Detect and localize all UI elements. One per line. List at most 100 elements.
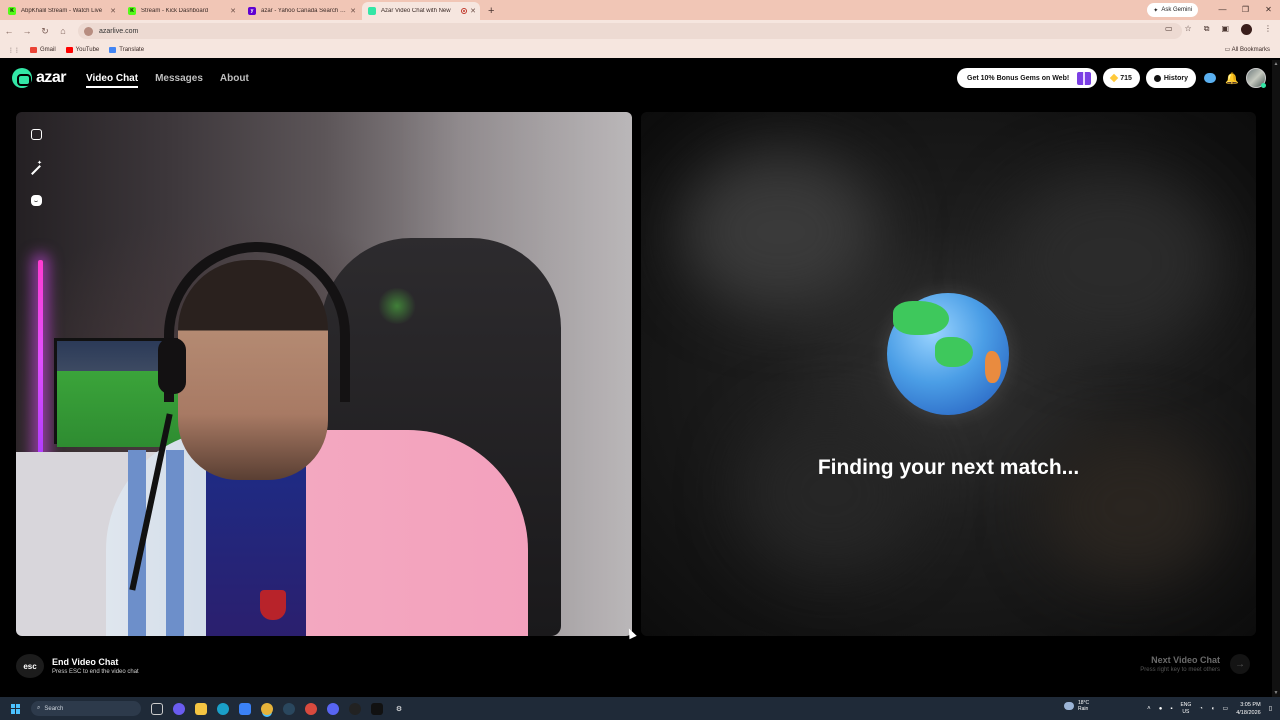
bookmark-youtube[interactable]: YouTube [65,47,99,53]
task-view-icon[interactable] [151,702,163,715]
home-icon[interactable]: ⌂ [54,26,72,36]
settings-gear-icon[interactable]: ⚙ [393,703,405,715]
battery-icon[interactable]: ▭ [1223,705,1229,712]
weather-desc: Rain [1078,706,1089,712]
profile-avatar[interactable] [1241,24,1252,35]
jersey-stripe [166,450,184,636]
kick-favicon-icon: K [8,7,16,15]
chrome-icon[interactable] [261,702,273,715]
url-text: azarlive.com [99,27,139,35]
bookmark-gmail[interactable]: Gmail [30,47,56,53]
ask-gemini-button[interactable]: ✦ Ask Gemini [1147,3,1198,17]
nav-about[interactable]: About [220,73,249,84]
close-tab-icon[interactable]: ✕ [350,7,356,15]
site-info-icon[interactable] [84,26,93,36]
weather-widget[interactable]: 18°C Rain [1064,700,1089,712]
bonus-gems-promo-button[interactable]: Get 10% Bonus Gems on Web! [957,68,1098,88]
gems-count: 715 [1120,74,1132,82]
new-tab-icon[interactable]: + [488,5,494,17]
nav-messages[interactable]: Messages [155,73,203,84]
smile-icon [30,194,42,206]
logo-text[interactable]: azar [36,69,67,87]
forward-icon[interactable]: → [18,26,36,36]
browser-tab-bar: K AbpKhalil Stream - Watch Live ✕ K Stre… [0,0,1280,20]
tray-chevron-icon[interactable]: ˄ [1147,706,1151,712]
date-text: 4/18/2026 [1236,709,1261,716]
network-tray-icon[interactable]: ● [1159,706,1163,712]
history-button[interactable]: History [1145,68,1196,88]
globe-continent [935,337,973,367]
steam-icon[interactable] [283,702,295,715]
language-indicator[interactable]: ENG US [1180,702,1191,716]
end-video-chat-button[interactable]: esc End Video Chat Press ESC to end the … [16,654,139,678]
effects-wand-icon[interactable] [26,160,46,180]
switch-camera-icon[interactable] [26,124,46,144]
wifi-icon[interactable]: ◔ [1199,706,1203,712]
promo-label: Get 10% Bonus Gems on Web! [967,74,1070,82]
gems-balance-button[interactable]: 715 [1103,68,1140,88]
apps-grid-icon[interactable]: ⋮⋮ [8,47,20,54]
notification-bell-icon[interactable]: 🔔 [1224,70,1240,86]
obs-icon[interactable] [349,702,361,715]
scrollbar[interactable]: ▲ ▼ [1272,60,1280,697]
file-explorer-icon[interactable] [195,702,207,715]
edge-icon[interactable] [217,702,229,715]
wand-icon [31,165,41,175]
browser-tab-active[interactable]: Azar Video Chat with New ✕ [362,2,480,20]
scroll-up-icon[interactable]: ▲ [1273,61,1279,67]
app-tray-icon[interactable]: ▪ [1170,706,1172,712]
back-icon[interactable]: ← [0,26,18,36]
close-window-icon[interactable]: ✕ [1257,0,1280,20]
close-tab-icon[interactable]: ✕ [230,7,236,15]
clock[interactable]: 3:05 PM 4/18/2026 [1236,701,1260,717]
url-input[interactable]: azarlive.com [78,23,1182,39]
all-bookmarks-button[interactable]: ▭ All Bookmarks [1225,46,1270,53]
extensions-icon[interactable]: ⧉ [1204,24,1210,35]
restore-icon[interactable]: ❐ [1234,0,1257,20]
camera-frame-icon [30,128,42,140]
nav-video-chat[interactable]: Video Chat [86,73,139,88]
user-avatar[interactable] [1246,68,1266,88]
end-chat-text: End Video Chat Press ESC to end the vide… [52,657,139,675]
next-chat-title: Next Video Chat [1151,655,1220,665]
recorder-icon[interactable] [371,702,383,715]
end-chat-hint: Press ESC to end the video chat [52,669,139,675]
window-controls: — ❐ ✕ [1211,0,1280,20]
bookmark-star-icon[interactable]: ☆ [1185,24,1192,35]
scroll-down-icon[interactable]: ▼ [1273,690,1279,696]
face-filter-icon[interactable] [26,190,46,210]
browser-tab[interactable]: K AbpKhalil Stream - Watch Live ✕ [2,2,120,20]
cast-icon[interactable]: ▭ [1165,24,1173,35]
discord-icon[interactable] [327,702,339,715]
history-label: History [1163,74,1188,82]
next-video-chat-button[interactable]: Next Video Chat Press right key to meet … [1140,654,1250,674]
folder-icon: ▭ [1224,47,1231,53]
azar-logo-icon[interactable] [12,68,32,88]
browser-tab[interactable]: y azar - Yahoo Canada Search Re ✕ [242,2,360,20]
chat-bubble-icon[interactable] [1202,70,1218,86]
menu-icon[interactable]: ⋮ [1264,24,1272,35]
reload-icon[interactable]: ↻ [36,26,54,37]
chrome-profile-icon[interactable] [305,702,317,715]
sidepanel-icon[interactable]: ▣ [1221,24,1229,35]
notification-center-icon[interactable]: ▯ [1269,705,1272,712]
minimize-icon[interactable]: — [1211,0,1234,20]
tab-title: AbpKhalil Stream - Watch Live [21,8,103,14]
close-tab-icon[interactable]: ✕ [110,7,116,15]
azar-favicon-icon [368,7,376,15]
volume-icon[interactable]: ◖ [1211,706,1215,712]
background-blur [1001,172,1221,352]
video-tools [26,124,46,210]
search-icon: ⌕ [37,705,41,711]
close-tab-icon[interactable]: ✕ [470,7,476,15]
browser-tab[interactable]: K Stream - Kick Dashboard ✕ [122,2,240,20]
rain-cloud-icon [1064,702,1074,710]
bookmark-translate[interactable]: Translate [109,47,144,53]
globe-icon [887,293,1009,415]
copilot-icon[interactable] [173,702,185,715]
windows-start-icon[interactable] [11,703,21,714]
razer-logo [377,288,417,324]
nav-actions: Get 10% Bonus Gems on Web! 715 History 🔔 [957,68,1266,88]
taskbar-search[interactable]: ⌕ Search [31,701,141,716]
store-icon[interactable] [239,702,251,715]
